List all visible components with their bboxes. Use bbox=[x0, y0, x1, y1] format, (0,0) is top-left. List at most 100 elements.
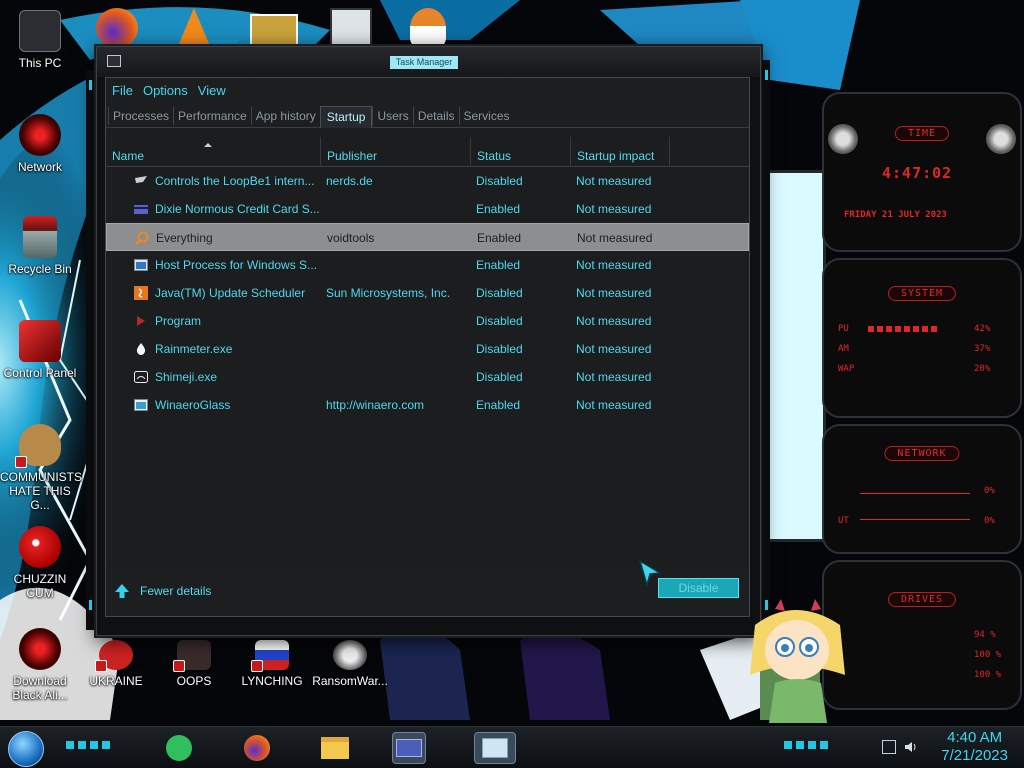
firefox-icon bbox=[244, 735, 270, 761]
tab-details[interactable]: Details bbox=[412, 107, 459, 125]
row-publisher bbox=[326, 195, 471, 223]
row-publisher: voidtools bbox=[327, 231, 375, 245]
gadget-title: NETWORK bbox=[884, 446, 960, 461]
row-status: Enabled bbox=[476, 398, 521, 412]
row-name: WinaeroGlass bbox=[155, 398, 231, 412]
network-icon bbox=[19, 114, 61, 156]
task-manager-window[interactable]: Task Manager File Options View Processes… bbox=[96, 46, 761, 636]
desktop-icon-ukraine[interactable]: UKRAINE bbox=[76, 640, 156, 688]
column-header-label: Status bbox=[477, 149, 512, 163]
row-name: Dixie Normous Credit Card S... bbox=[155, 202, 320, 216]
row-name: Shimeji.exe bbox=[155, 370, 218, 384]
desktop-icon-black-alienware[interactable]: Download Black Ali... bbox=[0, 628, 80, 702]
table-row[interactable]: Shimeji.exe Disabled Not measured bbox=[106, 363, 749, 391]
desktop-icon-lynching[interactable]: LYNCHING bbox=[232, 640, 312, 688]
volume-icon[interactable] bbox=[904, 740, 918, 754]
taskbar-app-button[interactable] bbox=[392, 732, 426, 764]
menu-options[interactable]: Options bbox=[143, 81, 196, 101]
table-row[interactable]: Java(TM) Update Scheduler Sun Microsyste… bbox=[106, 279, 749, 307]
table-row[interactable]: Dixie Normous Credit Card S... Enabled N… bbox=[106, 195, 749, 223]
gadget-title: TIME bbox=[894, 126, 950, 141]
desktop-icon-label: OOPS bbox=[176, 674, 212, 688]
ukraine-icon bbox=[95, 640, 133, 672]
clock-date: 7/21/2023 bbox=[941, 747, 1008, 764]
hxd-icon[interactable] bbox=[250, 14, 298, 46]
column-header-name[interactable]: Name bbox=[106, 137, 320, 167]
tab-users[interactable]: Users bbox=[372, 107, 412, 125]
row-publisher bbox=[326, 335, 471, 363]
desktop-icon-control-panel[interactable]: Control Panel bbox=[0, 320, 80, 380]
taskbar: 4:40 AM 7/21/2023 bbox=[0, 726, 1024, 768]
desktop-icon-this-pc[interactable]: This PC bbox=[0, 10, 80, 70]
table-row[interactable]: WinaeroGlass http://winaero.com Enabled … bbox=[106, 391, 749, 419]
fewer-details-label: Fewer details bbox=[140, 584, 212, 598]
disable-button[interactable]: Disable bbox=[658, 578, 739, 598]
gadget-row-value: 20% bbox=[974, 364, 991, 374]
table-row[interactable]: Controls the LoopBe1 intern... nerds.de … bbox=[106, 167, 749, 195]
glass-icon bbox=[134, 399, 148, 411]
card-icon bbox=[134, 205, 148, 214]
startup-table: Name Publisher Status Startup impact Con… bbox=[106, 129, 749, 587]
firefox-icon[interactable] bbox=[96, 8, 138, 48]
row-impact: Not measured bbox=[577, 231, 653, 245]
table-row-selected[interactable]: Everything voidtools Enabled Not measure… bbox=[106, 223, 749, 251]
menu-file[interactable]: File bbox=[112, 81, 141, 101]
column-header-status[interactable]: Status bbox=[470, 137, 570, 167]
app-window-icon bbox=[396, 739, 422, 757]
tab-processes[interactable]: Processes bbox=[108, 107, 173, 125]
row-status: Enabled bbox=[477, 231, 522, 245]
tab-performance[interactable]: Performance bbox=[173, 107, 251, 125]
vlc-icon[interactable] bbox=[178, 8, 210, 46]
doctor-icon[interactable] bbox=[410, 8, 446, 48]
fewer-details-button[interactable]: Fewer details bbox=[114, 583, 211, 599]
desktop-icon-recycle-bin[interactable]: Recycle Bin bbox=[0, 216, 80, 276]
row-impact: Not measured bbox=[576, 370, 652, 384]
gadget-title: SYSTEM bbox=[887, 286, 957, 301]
row-publisher bbox=[326, 251, 471, 279]
skull-icon bbox=[333, 640, 367, 670]
gadget-row-value: 0% bbox=[984, 486, 995, 496]
row-impact: Not measured bbox=[576, 342, 652, 356]
table-row[interactable]: Host Process for Windows S... Enabled No… bbox=[106, 251, 749, 279]
frame-accent bbox=[89, 600, 92, 610]
task-manager-taskbar-button[interactable] bbox=[474, 732, 516, 764]
desktop-icon-oops[interactable]: OOPS bbox=[154, 640, 234, 688]
tab-services[interactable]: Services bbox=[458, 107, 514, 125]
money-bag-icon bbox=[15, 424, 61, 468]
column-header-startup-impact[interactable]: Startup impact bbox=[570, 137, 670, 167]
desktop-icon-label: Download Black Ali... bbox=[12, 674, 68, 702]
gadget-title: DRIVES bbox=[887, 592, 957, 607]
system-gadget: SYSTEM PU 42% AM 37% WAP 20% bbox=[822, 258, 1022, 418]
row-name: Everything bbox=[156, 231, 213, 245]
app-shortcut-icon[interactable] bbox=[330, 8, 372, 48]
droplet-icon bbox=[136, 343, 146, 355]
task-manager-content: File Options View Processes Performance … bbox=[105, 77, 750, 617]
title-bar[interactable]: Task Manager bbox=[97, 47, 760, 77]
column-header-publisher[interactable]: Publisher bbox=[320, 137, 470, 167]
notes-icon bbox=[166, 735, 192, 761]
alien-head-icon bbox=[828, 124, 858, 154]
file-explorer-button[interactable] bbox=[318, 732, 352, 764]
row-impact: Not measured bbox=[576, 398, 652, 412]
table-row[interactable]: Rainmeter.exe Disabled Not measured bbox=[106, 335, 749, 363]
character-sticker bbox=[750, 599, 845, 723]
tab-app-history[interactable]: App history bbox=[250, 107, 320, 125]
firefox-taskbar-button[interactable] bbox=[240, 732, 274, 764]
table-row[interactable]: Program Disabled Not measured bbox=[106, 307, 749, 335]
menu-view[interactable]: View bbox=[198, 81, 234, 101]
task-manager-icon bbox=[107, 55, 121, 67]
program-icon bbox=[137, 316, 145, 326]
notes-app-button[interactable] bbox=[162, 732, 196, 764]
row-status: Enabled bbox=[476, 258, 521, 272]
tab-startup[interactable]: Startup bbox=[319, 106, 373, 128]
gadget-row-value: 42% bbox=[974, 324, 991, 334]
desktop-icon-chuzzin[interactable]: CHUZZIN CUM bbox=[0, 526, 80, 600]
desktop-icon-ransomware[interactable]: RansomWar... bbox=[310, 640, 390, 688]
network-tray-icon[interactable] bbox=[882, 740, 896, 754]
system-clock[interactable]: 4:40 AM 7/21/2023 bbox=[941, 729, 1008, 765]
frame-accent bbox=[89, 80, 92, 90]
row-name: Rainmeter.exe bbox=[155, 342, 233, 356]
start-button[interactable] bbox=[8, 731, 44, 767]
desktop-icon-communists[interactable]: COMMUNISTS HATE THIS G... bbox=[0, 424, 82, 512]
desktop-icon-network[interactable]: Network bbox=[0, 114, 80, 174]
